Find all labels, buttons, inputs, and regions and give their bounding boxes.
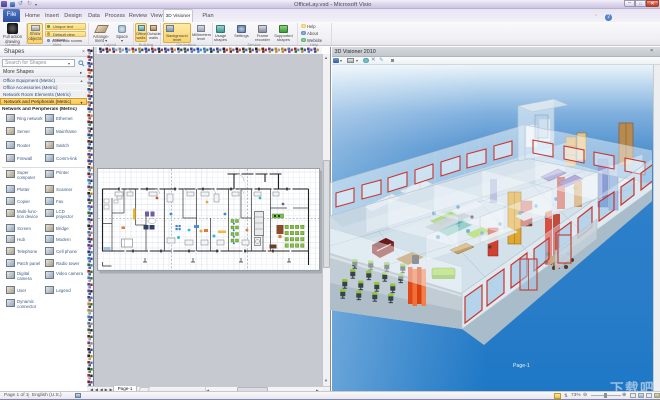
svg-text:Page-1: Page-1 (513, 363, 530, 369)
